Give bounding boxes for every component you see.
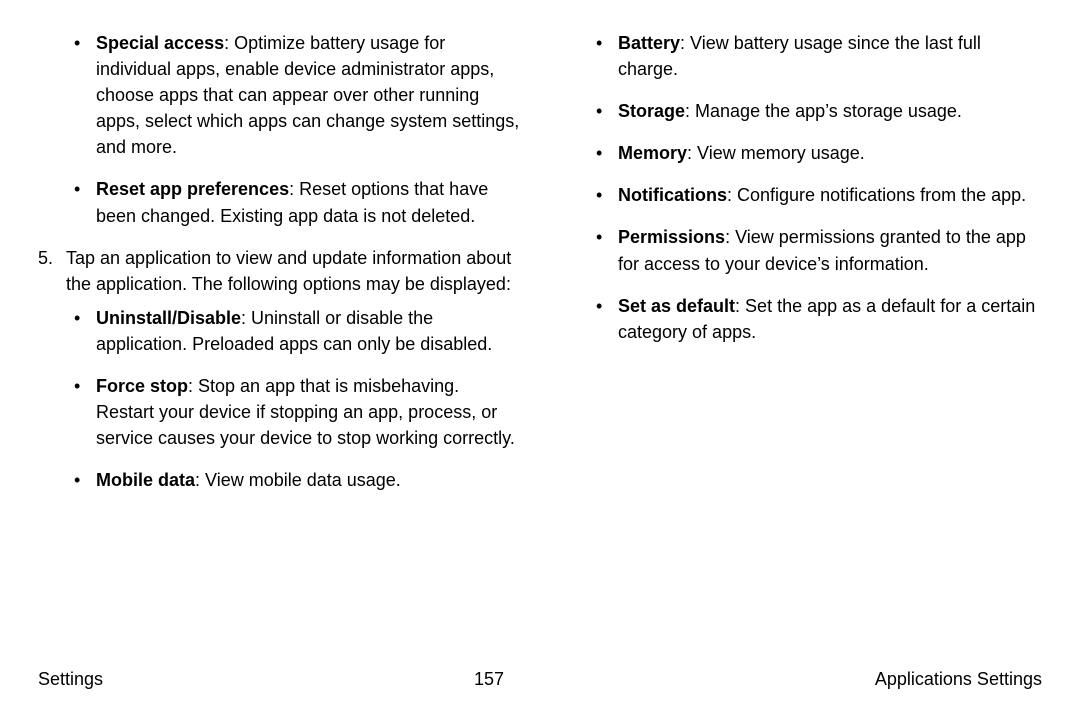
term: Set as default: [618, 296, 735, 316]
list-item: Special access: Optimize battery usage f…: [96, 30, 520, 160]
step-number: 5.: [38, 245, 66, 297]
list-item: Storage: Manage the app’s storage usage.: [618, 98, 1042, 124]
term: Notifications: [618, 185, 727, 205]
numbered-step: 5. Tap an application to view and update…: [38, 245, 520, 297]
desc: : View mobile data usage.: [195, 470, 401, 490]
footer: Settings 157 Applications Settings: [0, 666, 1080, 692]
footer-left: Settings: [38, 666, 103, 692]
desc: : Manage the app’s storage usage.: [685, 101, 962, 121]
term: Battery: [618, 33, 680, 53]
page: Special access: Optimize battery usage f…: [0, 0, 1080, 720]
top-bullet-list: Special access: Optimize battery usage f…: [38, 30, 520, 229]
list-item: Notifications: Configure notifications f…: [618, 182, 1042, 208]
step-text: Tap an application to view and update in…: [66, 245, 520, 297]
list-item: Uninstall/Disable: Uninstall or disable …: [96, 305, 520, 357]
footer-page-number: 157: [474, 666, 504, 692]
right-column: Battery: View battery usage since the la…: [560, 30, 1042, 509]
term: Force stop: [96, 376, 188, 396]
term: Mobile data: [96, 470, 195, 490]
term: Uninstall/Disable: [96, 308, 241, 328]
term: Memory: [618, 143, 687, 163]
footer-right: Applications Settings: [875, 666, 1042, 692]
term: Permissions: [618, 227, 725, 247]
list-item: Battery: View battery usage since the la…: [618, 30, 1042, 82]
list-item: Memory: View memory usage.: [618, 140, 1042, 166]
columns: Special access: Optimize battery usage f…: [38, 30, 1042, 509]
list-item: Mobile data: View mobile data usage.: [96, 467, 520, 493]
list-item: Permissions: View permissions granted to…: [618, 224, 1042, 276]
right-bullet-list: Battery: View battery usage since the la…: [560, 30, 1042, 345]
term: Storage: [618, 101, 685, 121]
list-item: Reset app preferences: Reset options tha…: [96, 176, 520, 228]
left-column: Special access: Optimize battery usage f…: [38, 30, 520, 509]
term: Reset app preferences: [96, 179, 289, 199]
term: Special access: [96, 33, 224, 53]
desc: : View memory usage.: [687, 143, 865, 163]
desc: : Configure notifications from the app.: [727, 185, 1026, 205]
list-item: Set as default: Set the app as a default…: [618, 293, 1042, 345]
list-item: Force stop: Stop an app that is misbehav…: [96, 373, 520, 451]
sub-bullet-list: Uninstall/Disable: Uninstall or disable …: [38, 305, 520, 494]
